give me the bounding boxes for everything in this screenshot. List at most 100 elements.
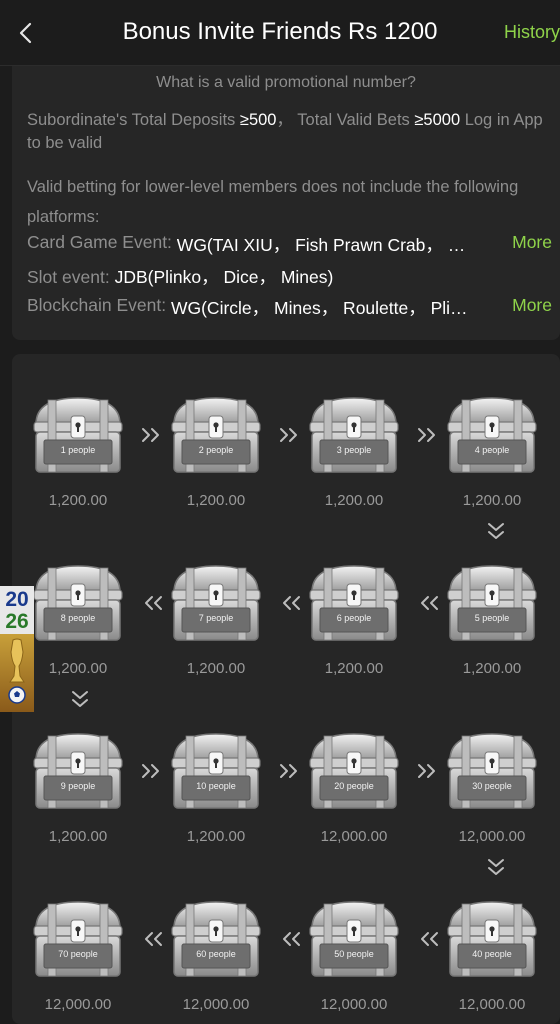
card-game-event-value: WG(TAI XIU， Fish Prawn Crab， Ba... (176, 235, 477, 255)
history-link[interactable]: History (504, 22, 560, 43)
double-chevron-right-icon (142, 764, 159, 778)
blockchain-event-line: Blockchain Event: WG(Circle， Mines， Roul… (27, 295, 552, 319)
chest-people-label: 5 people (474, 613, 510, 623)
reward-chest-item[interactable]: 8 people 1,200.00 (26, 562, 130, 678)
double-chevron-left-icon (283, 932, 300, 946)
chest-people-label: 30 people (472, 781, 512, 791)
double-chevron-left-icon (283, 596, 300, 610)
valid-number-question: What is a valid promotional number? (156, 74, 416, 91)
chest-reward-amount: 1,200.00 (324, 660, 384, 677)
banner-year-top: 20 (5, 588, 29, 611)
chest-reward-amount: 1,200.00 (186, 660, 246, 677)
chest-people-label: 1 people (60, 445, 96, 455)
reward-chest-item[interactable]: 5 people 1,200.00 (440, 562, 544, 678)
req-prefix: Subordinate's Total Deposits (27, 111, 240, 129)
treasure-chest-icon (171, 901, 261, 977)
reward-chest-item[interactable]: 1 people 1,200.00 (26, 394, 130, 510)
reward-chest-grid: 1 people 1,200.00 2 people 1,200.00 3 people… (12, 354, 560, 1024)
reward-chest-item[interactable]: 9 people 1,200.00 (26, 730, 130, 846)
reward-chest-item[interactable]: 20 people 12,000.00 (302, 730, 406, 846)
slot-event-label: Slot event: (27, 267, 115, 287)
chest-reward-amount: 1,200.00 (48, 492, 108, 509)
blockchain-event-label: Blockchain Event: (27, 295, 171, 315)
req-mid: ， Total Valid Bets (276, 111, 415, 129)
chest-people-label: 3 people (336, 445, 372, 455)
trophy-icon (9, 638, 25, 683)
slot-event-value: JDB(Plinko， Dice， Mines) (114, 267, 334, 287)
blockchain-more-link[interactable]: More (512, 295, 552, 316)
chest-reward-amount: 12,000.00 (458, 828, 526, 845)
treasure-chest-icon (171, 397, 261, 473)
chest-people-label: 70 people (58, 949, 98, 959)
reward-chest-item[interactable]: 30 people 12,000.00 (440, 730, 544, 846)
double-chevron-right-icon (280, 764, 297, 778)
treasure-chest-icon (309, 901, 399, 977)
reward-chest-item[interactable]: 50 people 12,000.00 (302, 898, 406, 1014)
double-chevron-left-icon (421, 932, 438, 946)
chest-reward-amount: 12,000.00 (320, 828, 388, 845)
double-chevron-left-icon (145, 596, 162, 610)
reward-chest-item[interactable]: 7 people 1,200.00 (164, 562, 268, 678)
chest-reward-amount: 1,200.00 (324, 492, 384, 509)
reward-chest-item[interactable]: 6 people 1,200.00 (302, 562, 406, 678)
double-chevron-left-icon (421, 596, 438, 610)
treasure-chest-icon (33, 733, 123, 809)
treasure-chest-icon (447, 565, 537, 641)
chest-reward-amount: 12,000.00 (320, 996, 388, 1013)
treasure-chest-icon (171, 733, 261, 809)
double-chevron-down-icon (488, 523, 504, 539)
reward-chest-item[interactable]: 2 people 1,200.00 (164, 394, 268, 510)
req-bets-value: ≥5000 (414, 111, 461, 129)
double-chevron-down-icon (72, 691, 88, 707)
chest-reward-amount: 1,200.00 (462, 492, 522, 509)
reward-chest-item[interactable]: 3 people 1,200.00 (302, 394, 406, 510)
double-chevron-right-icon (280, 428, 297, 442)
req-deposit-value: ≥500 (239, 111, 277, 129)
chest-reward-amount: 1,200.00 (48, 660, 108, 677)
reward-chest-item[interactable]: 40 people 12,000.00 (440, 898, 544, 1014)
double-chevron-right-icon (142, 428, 159, 442)
double-chevron-right-icon (418, 764, 435, 778)
page-title: Bonus Invite Friends Rs 1200 (122, 18, 438, 45)
treasure-chest-icon (33, 565, 123, 641)
double-chevron-down-icon (488, 859, 504, 875)
chest-people-label: 40 people (472, 949, 512, 959)
chest-people-label: 50 people (334, 949, 374, 959)
treasure-chest-icon (171, 565, 261, 641)
excluded-platforms-note: Valid betting for lower-level members do… (27, 178, 519, 226)
chest-people-label: 10 people (196, 781, 236, 791)
chest-people-label: 60 people (196, 949, 236, 959)
reward-chest-item[interactable]: 70 people 12,000.00 (26, 898, 130, 1014)
top-bar: Bonus Invite Friends Rs 1200 History (0, 0, 560, 66)
card-game-more-link[interactable]: More (512, 232, 552, 253)
slot-event-line: Slot event: JDB(Plinko， Dice， Mines) (27, 264, 552, 288)
chest-reward-amount: 1,200.00 (48, 828, 108, 845)
treasure-chest-icon (33, 901, 123, 977)
treasure-chest-icon (447, 733, 537, 809)
treasure-chest-icon (33, 397, 123, 473)
chest-reward-amount: 12,000.00 (458, 996, 526, 1013)
reward-chest-item[interactable]: 10 people 1,200.00 (164, 730, 268, 846)
chest-people-label: 4 people (474, 445, 510, 455)
banner-year-bottom: 26 (5, 610, 29, 633)
world-cup-2026-banner[interactable]: 20 26 (0, 586, 34, 712)
chest-people-label: 20 people (334, 781, 374, 791)
blockchain-event-value: WG(Circle， Mines， Roulette， Plink... (170, 298, 471, 318)
treasure-chest-icon (447, 397, 537, 473)
reward-chest-item[interactable]: 60 people 12,000.00 (164, 898, 268, 1014)
chest-people-label: 6 people (336, 613, 372, 623)
chest-people-label: 7 people (198, 613, 234, 623)
chest-people-label: 2 people (198, 445, 234, 455)
treasure-chest-icon (309, 565, 399, 641)
chest-reward-amount: 12,000.00 (182, 996, 250, 1013)
chest-people-label: 8 people (60, 613, 96, 623)
double-chevron-right-icon (418, 428, 435, 442)
chest-reward-amount: 1,200.00 (186, 492, 246, 509)
treasure-chest-icon (309, 733, 399, 809)
reward-chest-item[interactable]: 4 people 1,200.00 (440, 394, 544, 510)
chest-reward-amount: 1,200.00 (462, 660, 522, 677)
rules-card: What is a valid promotional number? Subo… (12, 66, 560, 340)
card-game-event-line: Card Game Event: WG(TAI XIU， Fish Prawn … (27, 232, 552, 256)
chest-people-label: 9 people (60, 781, 96, 791)
card-game-event-label: Card Game Event: (27, 232, 177, 252)
